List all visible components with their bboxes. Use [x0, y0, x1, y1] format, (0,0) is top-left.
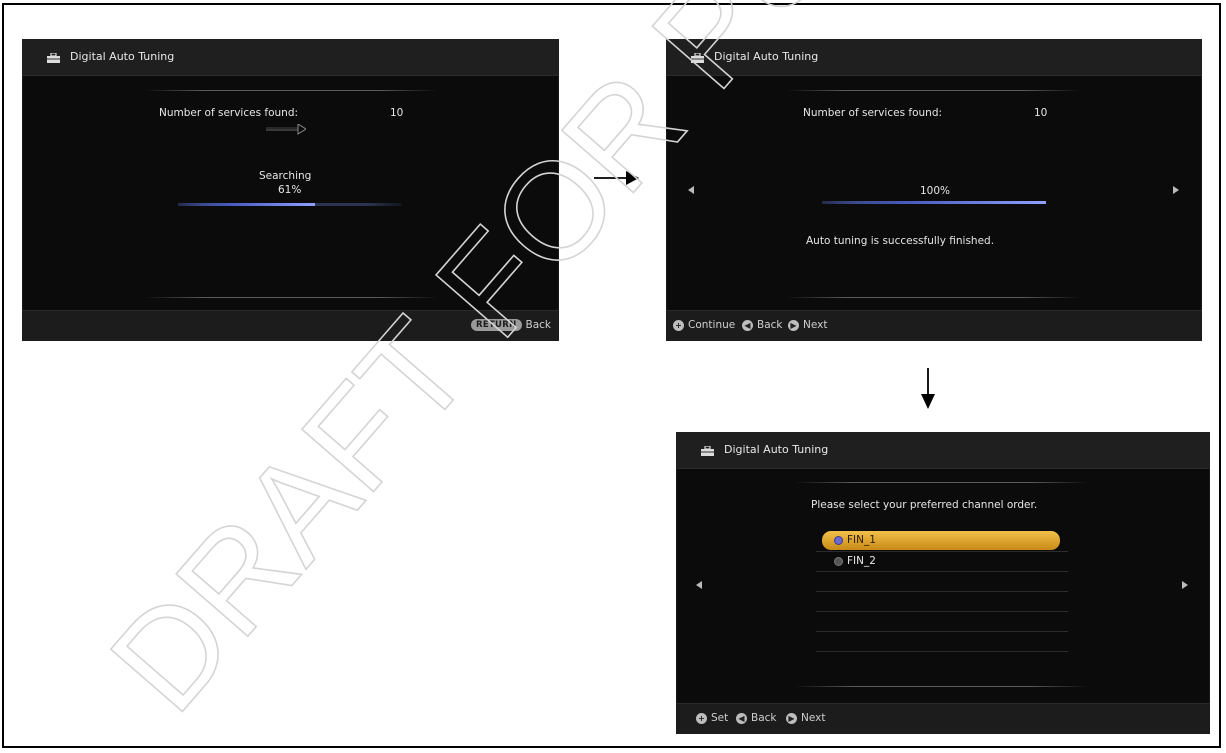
toolbox-icon: [691, 53, 704, 63]
title-bar: Digital Auto Tuning: [666, 39, 1202, 76]
flow-arrow-down-icon: [921, 368, 935, 409]
nav-left-arrow-icon[interactable]: [696, 581, 702, 589]
bottom-divider: [794, 686, 1090, 687]
dpad-left-icon: ◀: [742, 319, 753, 331]
finished-message: Auto tuning is successfully finished.: [806, 235, 995, 247]
services-label: Number of services found:: [159, 107, 299, 119]
top-divider: [794, 482, 1090, 483]
bottom-divider: [144, 297, 438, 298]
dpad-center-icon: +: [696, 712, 707, 724]
progress-fill: [178, 203, 315, 206]
next-label: Next: [801, 712, 826, 724]
screen-searching: Digital Auto Tuning Number of services f…: [22, 39, 559, 341]
back-label: Back: [757, 319, 783, 331]
option-label: FIN_1: [847, 534, 876, 546]
percent-text: 61%: [278, 184, 302, 196]
toolbox-icon: [47, 53, 60, 63]
services-label: Number of services found:: [803, 107, 943, 119]
continue-label: Continue: [688, 319, 736, 331]
list-divider: [816, 651, 1068, 652]
option-label: FIN_2: [847, 555, 876, 567]
back-hint[interactable]: RETURN Back: [470, 319, 552, 331]
nav-right-arrow-icon[interactable]: [1173, 186, 1179, 194]
hint-bar: + Continue ◀ Back ▶ Next: [666, 310, 1202, 341]
hint-bar: RETURN Back: [22, 310, 559, 341]
radio-icon: [834, 557, 843, 566]
title-bar: Digital Auto Tuning: [22, 39, 559, 76]
back-hint[interactable]: ◀ Back: [736, 712, 777, 724]
screen-title: Digital Auto Tuning: [70, 50, 175, 63]
list-divider: [816, 631, 1068, 632]
screen-title: Digital Auto Tuning: [724, 443, 829, 456]
status-text: Searching: [259, 170, 312, 182]
toolbox-icon: [701, 446, 714, 456]
progress-bar: [178, 203, 402, 206]
prompt-text: Please select your preferred channel ord…: [811, 499, 1038, 511]
dpad-left-icon: ◀: [736, 712, 747, 724]
nav-right-arrow-icon[interactable]: [1182, 581, 1188, 589]
screen-finished: Digital Auto Tuning Number of services f…: [666, 39, 1202, 341]
bottom-divider: [786, 297, 1082, 298]
top-divider: [144, 90, 438, 91]
screen-title: Digital Auto Tuning: [714, 50, 819, 63]
radio-icon: [834, 536, 843, 545]
progress-bar: [822, 201, 1046, 204]
dpad-right-icon: ▶: [786, 712, 797, 724]
percent-text: 100%: [920, 185, 951, 197]
next-label: Next: [803, 319, 828, 331]
back-hint[interactable]: ◀ Back: [742, 319, 783, 331]
flow-arrow-right-icon: [594, 171, 639, 185]
list-divider: [816, 611, 1068, 612]
searching-arrow-icon: [266, 124, 306, 135]
list-divider: [816, 571, 1068, 572]
services-count: 10: [1034, 107, 1048, 119]
screen-channel-order: Digital Auto Tuning Please select your p…: [676, 432, 1210, 734]
dpad-center-icon: +: [673, 319, 684, 331]
set-hint[interactable]: + Set: [696, 712, 728, 724]
next-hint[interactable]: ▶ Next: [786, 712, 825, 724]
channel-option-fin1[interactable]: FIN_1: [822, 531, 1060, 550]
progress-fill: [822, 201, 1046, 204]
list-divider: [816, 591, 1068, 592]
next-hint[interactable]: ▶ Next: [788, 319, 827, 331]
dpad-right-icon: ▶: [788, 319, 799, 331]
return-key-badge: RETURN: [470, 319, 522, 331]
continue-hint[interactable]: + Continue: [673, 319, 735, 331]
top-divider: [786, 90, 1082, 91]
title-bar: Digital Auto Tuning: [676, 432, 1210, 469]
back-label: Back: [751, 712, 777, 724]
services-count: 10: [390, 107, 404, 119]
back-label: Back: [525, 319, 552, 331]
hint-bar: + Set ◀ Back ▶ Next: [676, 703, 1210, 734]
set-label: Set: [711, 712, 729, 724]
channel-option-fin2[interactable]: FIN_2: [822, 552, 1060, 571]
nav-left-arrow-icon[interactable]: [688, 186, 694, 194]
